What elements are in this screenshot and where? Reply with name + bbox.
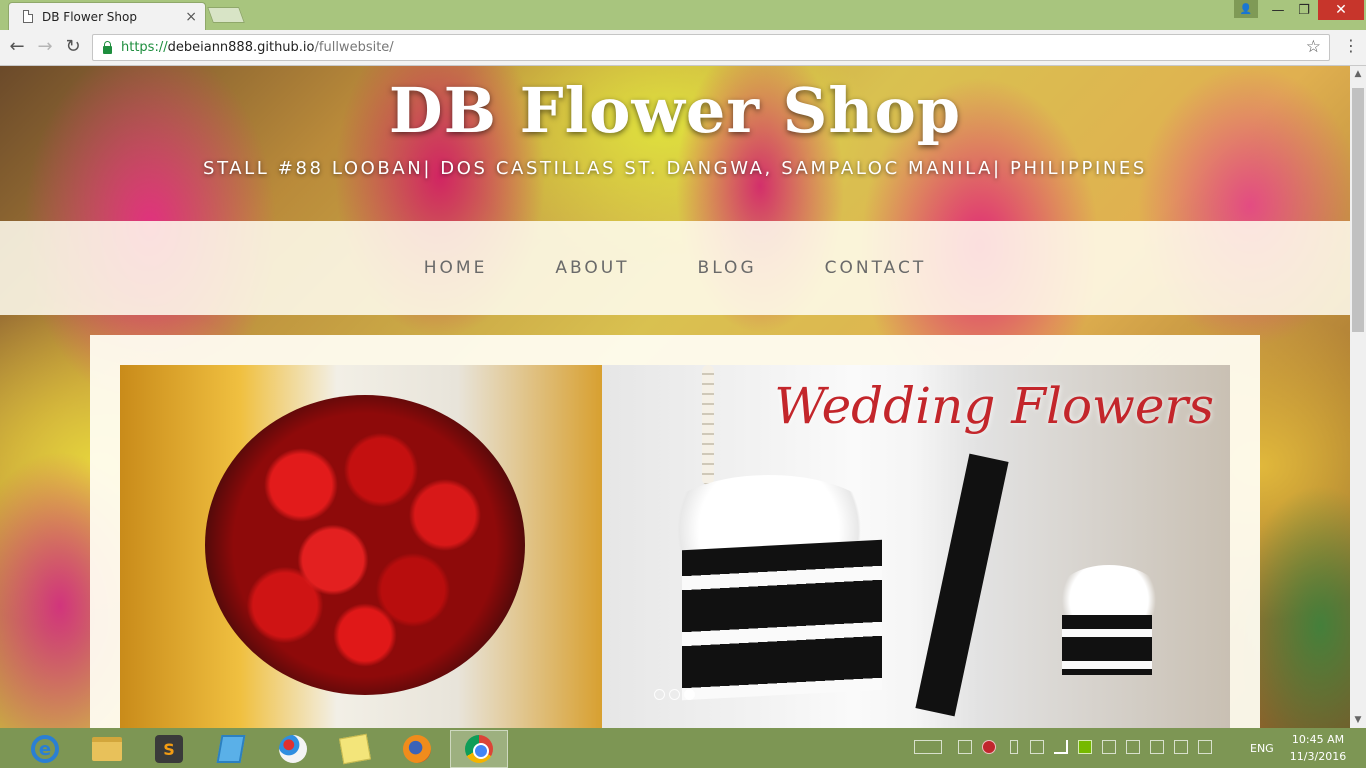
browser-title-bar: DB Flower Shop × 👤 — ❐ ✕ (0, 0, 1366, 30)
restore-button[interactable]: ❐ (1290, 0, 1318, 20)
site-navbar: HOME ABOUT BLOG CONTACT (0, 221, 1350, 315)
taskbar-file-explorer[interactable] (78, 730, 136, 768)
taskbar-sublime-text[interactable]: S (140, 730, 198, 768)
taskbar-paint[interactable] (264, 730, 322, 768)
taskbar-chrome[interactable] (450, 730, 508, 768)
internet-explorer-icon: e (31, 735, 59, 763)
paint-icon (279, 735, 307, 763)
slider-dots (654, 689, 695, 700)
antivirus-icon[interactable] (982, 740, 996, 754)
user-profile-icon[interactable]: 👤 (1234, 0, 1258, 18)
striped-flower-box (682, 539, 882, 701)
new-tab-button[interactable] (207, 7, 245, 23)
slider-dot-active[interactable] (684, 689, 695, 700)
black-ribbon (915, 453, 1009, 717)
network-adapter-icon[interactable] (1030, 740, 1044, 754)
back-arrow-icon[interactable]: ← (6, 36, 28, 57)
clock-date[interactable]: 11/3/2016 (1288, 750, 1348, 763)
pearl-strand (702, 365, 714, 485)
tab-close-icon[interactable]: × (185, 9, 197, 25)
firefox-icon (403, 735, 431, 763)
volume-icon[interactable] (1102, 740, 1116, 754)
scroll-up-arrow-icon[interactable]: ▲ (1350, 66, 1366, 82)
minimize-button[interactable]: — (1264, 0, 1292, 20)
nav-blog-link[interactable]: BLOG (698, 258, 757, 278)
windows-taskbar: e S ENG 10:45 AM 11/3/2016 (0, 728, 1366, 768)
site-title: DB Flower Shop (388, 74, 962, 147)
bluetooth-icon[interactable] (1222, 740, 1236, 754)
action-center-icon[interactable] (1198, 740, 1212, 754)
taskbar-sticky-notes[interactable] (326, 730, 384, 768)
page-viewport: DB Flower Shop STALL #88 LOOBAN| DOS CAS… (0, 66, 1350, 728)
site-address: STALL #88 LOOBAN| DOS CASTILLAS ST. DANG… (203, 158, 1147, 179)
reload-icon[interactable]: ↻ (62, 36, 84, 57)
chrome-icon (465, 735, 493, 763)
usb-icon[interactable] (1174, 740, 1188, 754)
taskbar-firefox[interactable] (388, 730, 446, 768)
red-roses-bouquet-image (120, 365, 602, 728)
keyboard-icon[interactable] (914, 740, 942, 754)
nav-about-link[interactable]: ABOUT (555, 258, 629, 278)
camera-icon[interactable] (1126, 740, 1140, 754)
battery-icon[interactable] (1010, 740, 1018, 754)
wedding-flower-basket-image: Wedding Flowers (602, 365, 1230, 728)
nav-menu: HOME ABOUT BLOG CONTACT (0, 221, 1350, 315)
language-indicator[interactable]: ENG (1250, 742, 1274, 755)
document-icon (23, 10, 33, 23)
url-path: /fullwebsite/ (314, 40, 394, 55)
nav-contact-link[interactable]: CONTACT (825, 258, 927, 278)
nvidia-icon[interactable] (1078, 740, 1092, 754)
notepad-icon (216, 735, 246, 763)
sublime-text-icon: S (155, 735, 183, 763)
bookmark-star-icon[interactable]: ☆ (1306, 37, 1321, 57)
signal-icon[interactable] (1054, 740, 1068, 754)
bluetooth-device-icon[interactable] (1150, 740, 1164, 754)
browser-toolbar: ← → ↻ https:// debeiann888.github.io /fu… (0, 30, 1366, 66)
slider-dot[interactable] (669, 689, 680, 700)
taskbar-notepad[interactable] (202, 730, 260, 768)
sticky-notes-icon (338, 733, 372, 765)
slider-dot[interactable] (654, 689, 665, 700)
browser-menu-icon[interactable]: ⋮ (1342, 36, 1360, 55)
taskbar-internet-explorer[interactable]: e (16, 730, 74, 768)
address-bar[interactable]: https:// debeiann888.github.io /fullwebs… (92, 34, 1330, 61)
striped-flower-box-small (1062, 615, 1152, 675)
url-scheme: https:// (121, 40, 168, 55)
scroll-down-arrow-icon[interactable]: ▼ (1350, 712, 1366, 728)
page-scrollbar[interactable]: ▲ ▼ (1350, 66, 1366, 728)
rose-bouquet (205, 395, 525, 695)
forward-arrow-icon[interactable]: → (34, 36, 56, 57)
tab-title: DB Flower Shop (42, 9, 137, 24)
lock-icon (103, 40, 112, 54)
content-panel: Wedding Flowers (90, 335, 1260, 728)
display-icon[interactable] (958, 740, 972, 754)
scroll-thumb[interactable] (1352, 88, 1364, 332)
folder-icon (92, 737, 122, 761)
image-slider[interactable]: Wedding Flowers (120, 365, 1230, 728)
browser-tab[interactable]: DB Flower Shop × (8, 2, 206, 30)
clock-time[interactable]: 10:45 AM (1290, 733, 1346, 746)
url-host: debeiann888.github.io (167, 40, 315, 55)
slide-caption: Wedding Flowers (774, 377, 1214, 435)
nav-home-link[interactable]: HOME (424, 258, 488, 278)
close-window-button[interactable]: ✕ (1318, 0, 1364, 20)
